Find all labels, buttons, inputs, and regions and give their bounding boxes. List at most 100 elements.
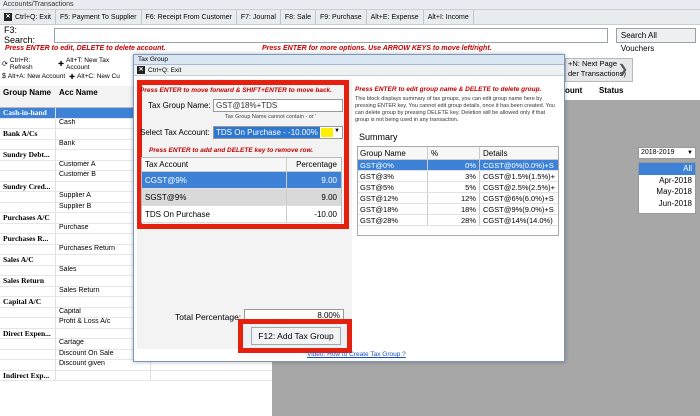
- summary-table: Group Name % Details GST@0% 0% CGST@0%(0.0…: [357, 146, 559, 236]
- refresh-button[interactable]: ⟳ Ctrl+R: Refresh: [0, 57, 56, 71]
- group-name-cell: GST@3%: [358, 171, 428, 181]
- group-name-cell: Purchases R...: [0, 234, 56, 244]
- details-cell: CGST@2.5%(2.5%)+: [483, 182, 556, 192]
- percentage-cell: -10.00: [314, 209, 337, 219]
- refresh-label: Ctrl+R: Refresh: [9, 56, 33, 71]
- group-name-cell: [0, 244, 56, 254]
- tax-group-name-note: Tax Group Name cannot contain - or ': [225, 114, 317, 120]
- table-row[interactable]: GST@3% 3% CGST@1.5%(1.5%)+: [358, 171, 558, 182]
- col-account: ount: [565, 86, 583, 95]
- close-icon: ✕: [137, 66, 145, 74]
- payment-to-supplier-button[interactable]: F5: Payment To Supplier: [56, 9, 142, 25]
- details-cell: CGST@14%(14.0%): [483, 215, 553, 225]
- group-name-cell: [0, 160, 56, 170]
- tax-group-name-label: Tax Group Name:: [148, 101, 211, 110]
- purchase-button[interactable]: F9: Purchase: [316, 9, 367, 25]
- group-name-cell: GST@18%: [358, 204, 428, 214]
- group-name-cell: GST@28%: [358, 215, 428, 225]
- add-tax-group-button[interactable]: F12: Add Tax Group: [251, 327, 341, 345]
- group-name-cell: [0, 139, 56, 149]
- form-hint: Press ENTER to move forward & SHIFT+ENTE…: [140, 87, 332, 94]
- exit-button[interactable]: ✕ Ctrl+Q: Exit: [0, 9, 56, 25]
- percent-cell: 0%: [428, 160, 480, 170]
- year-value: 2018-2019: [641, 149, 675, 156]
- new-customer-label: Alt+C: New Cu: [77, 73, 120, 80]
- dialog-exit-button[interactable]: ✕ Ctrl+Q: Exit: [134, 65, 564, 76]
- new-tax-account-label: Alt+T: New Tax Account: [66, 56, 110, 71]
- search-input[interactable]: [53, 27, 608, 43]
- group-name-cell: Sundry Debt...: [0, 150, 56, 160]
- search-row: F3: Search: Search All Vouchers: [0, 25, 700, 53]
- tax-account-cell: SGST@9%: [142, 189, 287, 205]
- group-name-cell: Sundry Cred...: [0, 181, 56, 191]
- percent-cell: 5%: [428, 182, 480, 192]
- financial-year-select[interactable]: 2018-2019 ▼: [638, 147, 696, 159]
- user-add-icon: ✚: [69, 73, 76, 81]
- group-name-cell: [0, 349, 56, 359]
- group-name-cell: [0, 192, 56, 202]
- new-customer-button[interactable]: ✚ Alt+C: New Cu: [67, 73, 122, 81]
- month-list: All Apr-2018 May-2018 Jun-2018: [638, 162, 696, 214]
- table-row[interactable]: GST@28% 28% CGST@14%(14.0%): [358, 215, 558, 226]
- col-group-name[interactable]: Group Name: [0, 86, 56, 107]
- group-name-cell: [0, 318, 56, 328]
- group-name-cell: [0, 223, 56, 233]
- tax-account-cell: CGST@9%: [142, 172, 287, 188]
- select-tax-account-dropdown[interactable]: TDS On Purchase - -10.00% ▼: [213, 126, 343, 139]
- sale-button[interactable]: F8: Sale: [281, 9, 316, 25]
- group-name-cell: [0, 286, 56, 296]
- month-item[interactable]: Jun-2018: [639, 198, 695, 210]
- group-name-cell: [0, 118, 56, 128]
- video-help-link[interactable]: Video: How to Create Tax Group ?: [307, 351, 406, 358]
- month-item[interactable]: All: [639, 163, 695, 175]
- chevron-down-icon: ▼: [334, 128, 340, 134]
- group-name-cell: GST@12%: [358, 193, 428, 203]
- close-icon: ✕: [4, 13, 12, 21]
- account-toolbar: ⟳ Ctrl+R: Refresh ✚ Alt+T: New Tax Account…: [0, 57, 135, 85]
- table-row[interactable]: GST@0% 0% CGST@0%(0.0%)+S: [358, 160, 558, 171]
- group-name-cell: Sales Return: [0, 276, 56, 286]
- dialog-exit-label: Ctrl+Q: Exit: [148, 66, 182, 74]
- details-cell: CGST@6%(6.0%)+S: [483, 193, 554, 203]
- income-button[interactable]: Alt+I: Income: [424, 9, 474, 25]
- receipt-from-customer-button[interactable]: F6: Receipt From Customer: [142, 9, 237, 25]
- empty-cell: [151, 371, 272, 381]
- journal-button[interactable]: F7: Journal: [237, 9, 281, 25]
- group-name-cell: [0, 339, 56, 349]
- details-cell: CGST@0%(0.0%)+S: [483, 160, 554, 170]
- table-row[interactable]: CGST@9% 9.00: [142, 172, 341, 189]
- search-all-vouchers-button[interactable]: Search All Vouchers: [615, 27, 696, 53]
- table-row[interactable]: SGST@9% 9.00: [142, 189, 341, 206]
- next-page-button[interactable]: +N: Next Page der Transactions) ❯: [565, 58, 633, 82]
- add-icon: ✚: [58, 60, 65, 68]
- group-name-cell: [0, 171, 56, 181]
- percent-cell: 12%: [428, 193, 480, 203]
- group-name-cell: Cash-in-hand: [0, 108, 56, 118]
- month-item[interactable]: May-2018: [639, 186, 695, 198]
- table-row[interactable]: GST@5% 5% CGST@2.5%(2.5%)+: [358, 182, 558, 193]
- summary-description: This block displays summary of tax group…: [355, 96, 555, 123]
- table-row[interactable]: TDS On Purchase -10.00: [142, 206, 341, 223]
- main-toolbar: ✕ Ctrl+Q: Exit F5: Payment To Supplier F6…: [0, 9, 700, 25]
- group-name-cell: [0, 360, 56, 370]
- month-item[interactable]: Apr-2018: [639, 175, 695, 187]
- table-hint: Press ENTER to add and DELETE key to rem…: [149, 147, 314, 154]
- new-tax-account-button[interactable]: ✚ Alt+T: New Tax Account: [56, 57, 135, 71]
- refresh-icon: ⟳: [2, 60, 8, 68]
- highlight-marker: [321, 128, 333, 137]
- table-row[interactable]: GST@18% 18% CGST@9%(9.0%)+S: [358, 204, 558, 215]
- tax-account-cell: TDS On Purchase: [142, 206, 287, 222]
- tax-group-name-input[interactable]: GST@18%+TDS: [213, 99, 343, 112]
- new-account-button[interactable]: $ Alt+A: New Account: [0, 73, 67, 80]
- percent-cell: 3%: [428, 171, 480, 181]
- summary-title: Summary: [359, 132, 398, 142]
- total-percentage-label: Total Percentage:: [175, 312, 242, 322]
- group-name-cell: Sales A/C: [0, 255, 56, 265]
- expense-button[interactable]: Alt+E: Expense: [367, 9, 424, 25]
- table-row[interactable]: Indirect Exp...: [0, 370, 272, 381]
- dollar-icon: $: [2, 73, 6, 80]
- col-percentage: Percentage: [296, 160, 337, 169]
- summary-hint: Press ENTER to edit group name & DELETE …: [355, 86, 542, 93]
- search-label: F3: Search:: [4, 25, 36, 45]
- table-row[interactable]: GST@12% 12% CGST@6%(6.0%)+S: [358, 193, 558, 204]
